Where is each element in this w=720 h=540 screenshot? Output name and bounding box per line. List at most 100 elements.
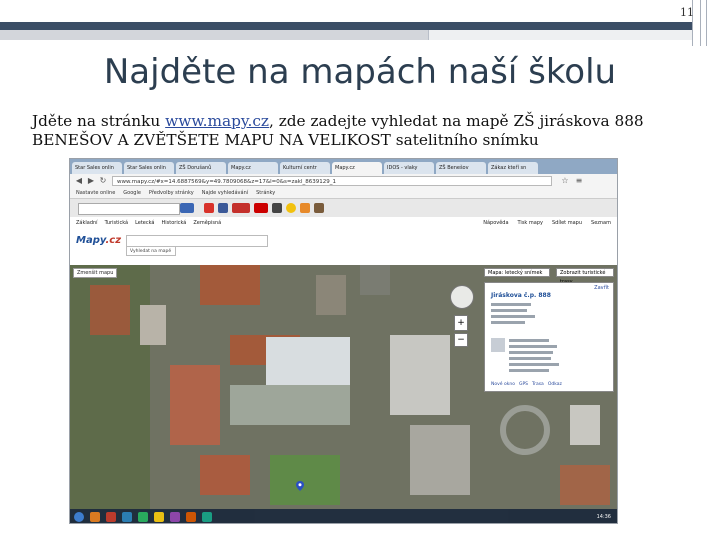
panel-text-line <box>509 351 553 354</box>
browser-tab[interactable]: ZŠ Dorušanů <box>176 162 226 174</box>
app-icon[interactable] <box>154 512 164 522</box>
map-search-button[interactable]: Vyhledat na mapě <box>126 246 176 256</box>
panel-title: Jiráskova č.p. 888 <box>491 292 551 299</box>
panel-text-line <box>491 321 525 324</box>
addon-icon[interactable] <box>314 203 324 213</box>
menu-item[interactable]: Sdílet mapu <box>552 217 582 229</box>
map-roof <box>560 465 610 505</box>
browser-tab[interactable]: Star Sales onlin <box>72 162 122 174</box>
taskbar-clock: 14:36 <box>596 514 611 520</box>
star-icon[interactable]: ☆ <box>560 176 570 186</box>
menu-item[interactable]: Seznam <box>591 217 611 229</box>
smiley-icon[interactable] <box>286 203 296 213</box>
menu-item[interactable]: Tisk mapy <box>518 217 543 229</box>
satellite-map[interactable]: Zmenšit mapu Mapa: letecký snímek Zobraz… <box>70 265 617 523</box>
panel-link[interactable]: Trasa <box>532 382 544 387</box>
map-layer-toggle[interactable]: Zobrazit turistické trasy <box>556 268 614 285</box>
panel-text-line <box>491 303 531 306</box>
zoom-in-icon[interactable]: + <box>454 315 468 331</box>
header-notch <box>428 30 693 40</box>
panel-text-line <box>491 309 527 312</box>
menu-item[interactable]: Letecká <box>135 217 154 229</box>
menu-item[interactable]: Základní <box>76 217 98 229</box>
browser-tab[interactable]: Star Sales onlin <box>124 162 174 174</box>
mapy-link[interactable]: www.mapy.cz <box>165 112 269 130</box>
logo-main: Mapy <box>76 235 106 246</box>
reload-icon[interactable]: ↻ <box>98 176 108 186</box>
forward-icon[interactable]: ▶ <box>86 176 96 186</box>
panel-close-link[interactable]: Zavřít <box>594 285 609 291</box>
menu-item[interactable]: Zeměpisná <box>193 217 221 229</box>
app-icon[interactable] <box>106 512 116 522</box>
bookmark-item[interactable]: Najde vyhledávání <box>202 188 248 198</box>
browser-tab[interactable]: Kulturní centr <box>280 162 330 174</box>
app-icon[interactable] <box>170 512 180 522</box>
map-roof <box>570 405 600 445</box>
panel-link[interactable]: GPS <box>519 382 528 387</box>
pan-control-icon[interactable] <box>450 285 474 309</box>
info-panel: Zavřít Jiráskova č.p. 888 Nové okno GPS … <box>484 282 614 392</box>
bookmark-item[interactable]: Nastavte online <box>76 188 115 198</box>
map-courtyard <box>230 385 350 425</box>
zoom-out-label[interactable]: Zmenšit mapu <box>73 268 118 278</box>
map-roof <box>200 455 250 495</box>
browser-tab[interactable]: IDOS - vlaky <box>384 162 434 174</box>
map-roof <box>170 365 220 445</box>
map-roof <box>140 305 166 345</box>
corner-rule <box>700 0 701 46</box>
map-type-select[interactable]: Mapa: letecký snímek <box>484 268 550 277</box>
body-prefix: Jděte na stránku <box>32 112 166 130</box>
panel-text-line <box>509 339 549 342</box>
menu-item[interactable]: Historická <box>162 217 187 229</box>
browser-tab[interactable]: ZŠ Benešov <box>436 162 486 174</box>
app-icon[interactable] <box>186 512 196 522</box>
page-number: 11 <box>680 6 694 19</box>
bookmark-item[interactable]: Stránky <box>256 188 275 198</box>
cnn-icon[interactable] <box>254 203 268 213</box>
youtube-icon[interactable] <box>232 203 250 213</box>
toolbar-search-input[interactable] <box>78 203 180 215</box>
panel-link[interactable]: Nové okno <box>491 382 515 387</box>
header-band <box>0 22 692 30</box>
menu-icon[interactable]: ≡ <box>574 176 584 186</box>
browser-tab[interactable]: Mapy.cz <box>228 162 278 174</box>
menu-item[interactable]: Nápověda <box>483 217 508 229</box>
panel-text-line <box>509 345 557 348</box>
panel-photo[interactable] <box>491 338 505 352</box>
start-icon[interactable] <box>74 512 84 522</box>
app-icon[interactable] <box>138 512 148 522</box>
bookmarks-bar: Nastavte online Google Předvolby stránky… <box>70 188 617 199</box>
map-roof <box>410 425 470 495</box>
app-icon[interactable] <box>122 512 132 522</box>
address-bar[interactable]: www.mapy.cz/#x=14.6887569&y=49.7809068&z… <box>112 176 552 186</box>
toolbar-search-button[interactable] <box>180 203 194 213</box>
addon-icon[interactable] <box>300 203 310 213</box>
bookmark-item[interactable]: Předvolby stránky <box>149 188 194 198</box>
address-row: ◀ ▶ ↻ www.mapy.cz/#x=14.6887569&y=49.780… <box>70 174 617 188</box>
map-roof <box>200 265 260 305</box>
app-icon[interactable] <box>202 512 212 522</box>
browser-tab-active[interactable]: Mapy.cz <box>332 162 382 174</box>
menu-item[interactable]: Turistická <box>105 217 128 229</box>
mapy-logo[interactable]: Mapy.cz <box>76 235 121 246</box>
addon-icon[interactable] <box>272 203 282 213</box>
map-roof <box>90 285 130 335</box>
mapy-header: Mapy.cz Vyhledat na mapě <box>70 229 617 265</box>
map-roof <box>390 335 450 415</box>
app-icon[interactable] <box>90 512 100 522</box>
facebook-icon[interactable] <box>218 203 228 213</box>
browser-screenshot: Star Sales onlin Star Sales onlin ZŠ Dor… <box>69 158 618 524</box>
os-taskbar: 14:36 <box>70 509 617 523</box>
back-icon[interactable]: ◀ <box>74 176 84 186</box>
zoom-out-icon[interactable]: − <box>454 333 468 347</box>
panel-link[interactable]: Odkaz <box>548 382 562 387</box>
map-roof <box>360 265 390 295</box>
panel-text-line <box>509 369 549 372</box>
addon-icon[interactable] <box>204 203 214 213</box>
bookmark-item[interactable]: Google <box>123 188 141 198</box>
slide-title: Najděte na mapách naší školu <box>103 52 617 92</box>
panel-actions: Nové okno GPS Trasa Odkaz <box>491 382 562 387</box>
location-pin-icon[interactable] <box>296 481 304 491</box>
browser-tab[interactable]: Zákaz kteří sn <box>488 162 538 174</box>
corner-rule <box>706 0 707 46</box>
